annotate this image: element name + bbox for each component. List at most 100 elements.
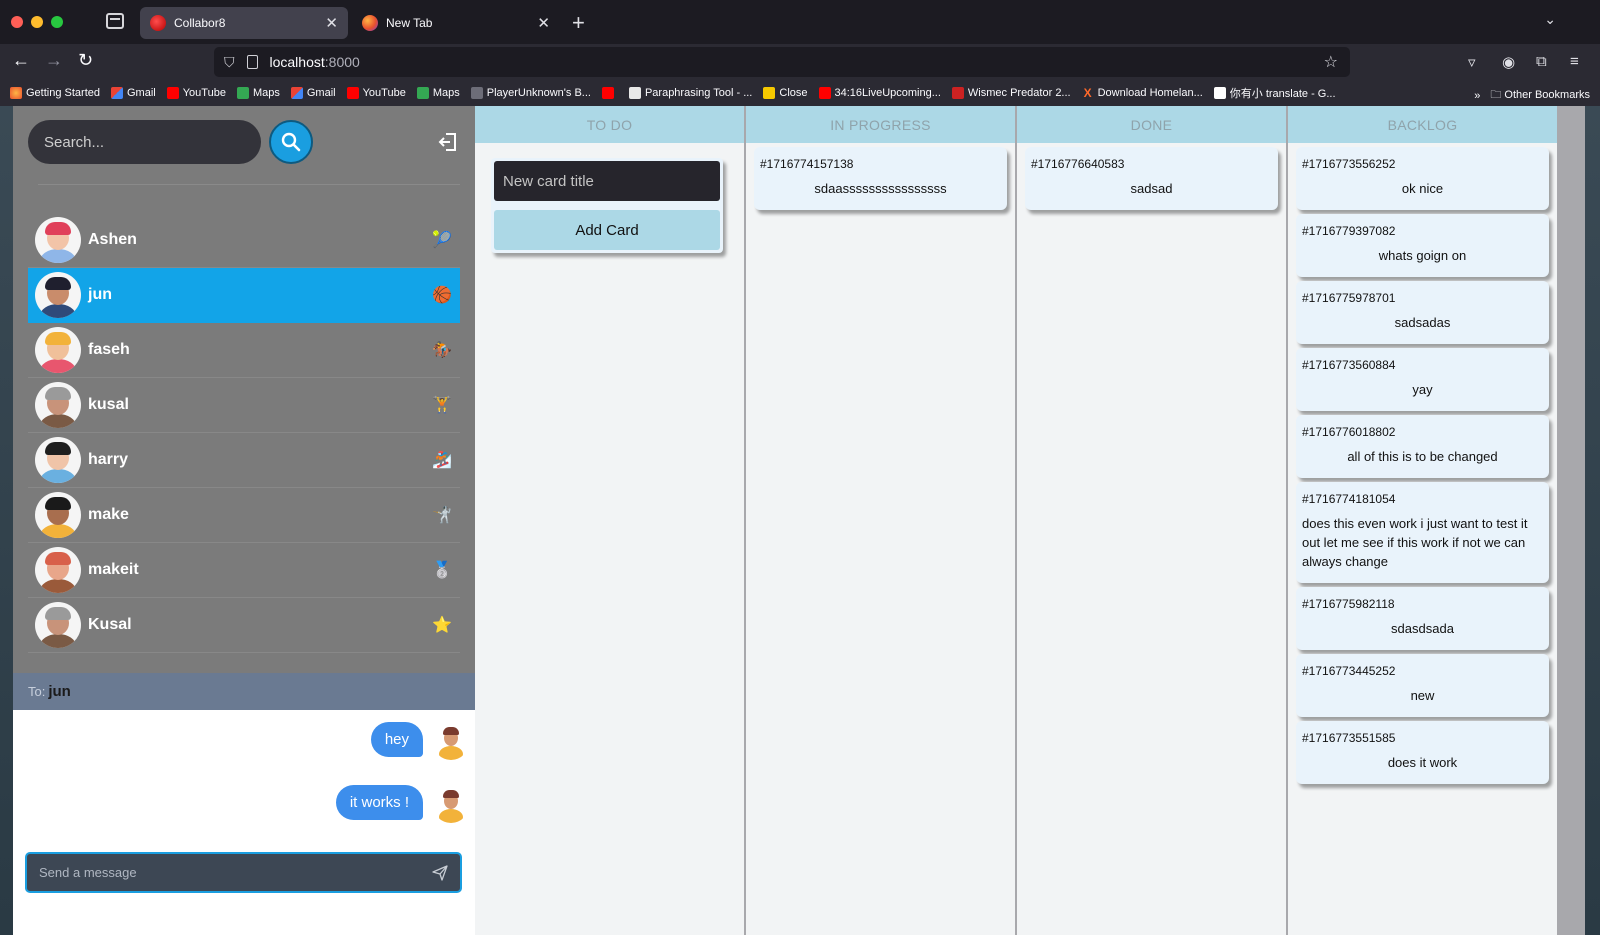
bookmark-pubg[interactable]: PlayerUnknown's B...: [470, 87, 591, 99]
bookmark-maps[interactable]: Maps: [236, 87, 280, 99]
bookmark-youtube[interactable]: YouTube: [346, 87, 406, 99]
avatar: [35, 492, 81, 538]
user-name: makeit: [88, 561, 139, 578]
column-done: DONE #1716776640583 sadsad: [1017, 106, 1286, 935]
bookmark-wismec[interactable]: Wismec Predator 2...: [951, 87, 1071, 99]
task-card[interactable]: #1716776018802 all of this is to be chang…: [1296, 415, 1549, 478]
user-item-ashen[interactable]: Ashen 🎾: [28, 213, 460, 268]
user-item-harry[interactable]: harry 🏂: [28, 433, 460, 488]
add-card-button[interactable]: Add Card: [494, 210, 720, 250]
bookmark-getting-started[interactable]: Getting Started: [10, 87, 100, 99]
pubg-icon: [470, 87, 483, 99]
user-item-faseh[interactable]: faseh 🏇: [28, 323, 460, 378]
user-item-kusal[interactable]: Kusal ⭐: [28, 598, 460, 653]
menu-icon[interactable]: ≡: [1570, 53, 1579, 70]
more-bookmarks-chevron-icon[interactable]: »: [1474, 90, 1480, 102]
bookmark-label: Gmail: [127, 87, 156, 99]
paraphrase-icon: [628, 87, 641, 99]
extensions-icon[interactable]: ⧉: [1536, 53, 1547, 70]
task-card[interactable]: #1716773551585 does it work: [1296, 721, 1549, 784]
tab-title: Collabor8: [174, 16, 226, 30]
new-tab-plus-icon[interactable]: +: [572, 10, 585, 36]
bookmark-youtube[interactable]: YouTube: [166, 87, 226, 99]
card-text: does it work: [1387, 755, 1458, 770]
user-name: jun: [88, 286, 112, 303]
tab-list-icon[interactable]: [106, 13, 124, 29]
bookmark-star-icon[interactable]: ☆: [1324, 52, 1338, 72]
task-card[interactable]: #1716773445252 new: [1296, 654, 1549, 717]
bookmark-paraphrasing-tool[interactable]: Paraphrasing Tool - ...: [628, 87, 752, 99]
task-card[interactable]: #1716776640583 sadsad: [1025, 147, 1278, 210]
pocket-icon[interactable]: ▿: [1468, 53, 1476, 71]
shield-icon[interactable]: ⛉: [224, 54, 235, 71]
card-text: all of this is to be changed: [1347, 449, 1498, 464]
user-item-kusal[interactable]: kusal 🏋: [28, 378, 460, 433]
reload-icon[interactable]: ↻: [78, 50, 93, 71]
card-id: #1716774181054: [1302, 492, 1396, 506]
task-card[interactable]: #1716773560884 yay: [1296, 348, 1549, 411]
status-emoji-icon: 🎾: [432, 232, 452, 249]
card-id: #1716773556252: [1302, 157, 1396, 171]
bookmark-gmail[interactable]: Gmail: [111, 87, 156, 99]
new-card-title-input[interactable]: [494, 161, 720, 201]
maps-icon: [236, 87, 249, 99]
send-icon[interactable]: [432, 864, 448, 881]
user-item-makeit[interactable]: makeit 🥈: [28, 543, 460, 598]
task-card[interactable]: #1716775982118 sdasdsada: [1296, 587, 1549, 650]
bookmark-gmail[interactable]: Gmail: [290, 87, 336, 99]
column-header: DONE: [1017, 106, 1286, 143]
back-arrow-icon[interactable]: ←: [12, 50, 30, 71]
chat-message: hey: [370, 722, 469, 760]
search-button[interactable]: [269, 120, 313, 164]
youtube-icon: [166, 87, 179, 99]
bookmark-translate[interactable]: 你有小 translate - G...: [1213, 85, 1336, 101]
card-id: #1716773551585: [1302, 731, 1396, 745]
search-input[interactable]: [28, 120, 261, 164]
bookmark-label: Download Homelan...: [1097, 87, 1203, 99]
firefox-favicon-icon: [362, 15, 378, 31]
other-bookmarks[interactable]: 🗀 Other Bookmarks: [1490, 86, 1590, 105]
window-controls: [11, 16, 63, 28]
bookmark-live-upcoming[interactable]: 34:16LiveUpcoming...: [818, 87, 941, 99]
address-bar[interactable]: ⛉ localhost:8000 ☆: [214, 47, 1350, 77]
minimize-window-button[interactable]: [31, 16, 43, 28]
task-card[interactable]: #1716775978701 sadsadas: [1296, 281, 1549, 344]
bookmark-youtube[interactable]: [601, 87, 618, 99]
account-icon[interactable]: ◉: [1502, 53, 1515, 71]
close-tab-icon[interactable]: ✕: [325, 14, 338, 32]
bookmark-maps[interactable]: Maps: [416, 87, 460, 99]
tab-new-tab[interactable]: New Tab ✕: [352, 7, 560, 39]
divider: [38, 184, 460, 185]
forward-arrow-icon[interactable]: →: [45, 50, 63, 71]
avatar: [35, 547, 81, 593]
bookmark-download-homelan[interactable]: X Download Homelan...: [1082, 87, 1203, 99]
page-icon: [246, 55, 258, 69]
status-emoji-icon: 🏂: [432, 452, 452, 469]
bookmark-label: Gmail: [306, 87, 336, 99]
card-id: #1716773560884: [1302, 358, 1396, 372]
browser-nav-bar: ← → ↻ ⛉ localhost:8000 ☆ ▿ ◉ ⧉ ≡: [0, 44, 1600, 80]
task-card[interactable]: #1716774181054 does this even work i just…: [1296, 482, 1549, 583]
maximize-window-button[interactable]: [51, 16, 63, 28]
column-backlog: BACKLOG #1716773556252 ok nice #17167793970…: [1288, 106, 1557, 935]
chat-messages: hey 23:16 it works ! 23:16: [13, 710, 485, 935]
tab-title: New Tab: [386, 16, 433, 30]
close-tab-icon[interactable]: ✕: [537, 14, 550, 32]
task-card[interactable]: #1716779397082 whats goign on: [1296, 214, 1549, 277]
user-item-make[interactable]: make 🤺: [28, 488, 460, 543]
logout-icon[interactable]: [438, 132, 458, 152]
avatar: [35, 437, 81, 483]
message-input[interactable]: [39, 865, 432, 880]
card-text: sadsadas: [1394, 315, 1451, 330]
task-card[interactable]: #1716773556252 ok nice: [1296, 147, 1549, 210]
youtube-icon: [601, 87, 614, 99]
card-text: yay: [1412, 382, 1433, 397]
task-card[interactable]: #1716774157138 sdaassssssssssssssss: [754, 147, 1007, 210]
tab-collabor8[interactable]: Collabor8 ✕: [140, 7, 348, 39]
close-window-button[interactable]: [11, 16, 23, 28]
user-item-jun[interactable]: jun 🏀: [28, 268, 460, 323]
bookmark-label: 你有小 translate - G...: [1229, 88, 1336, 100]
chevron-down-icon[interactable]: ⌄: [1544, 11, 1556, 28]
column-header: TO DO: [475, 106, 744, 143]
bookmark-close[interactable]: Close: [763, 87, 808, 99]
